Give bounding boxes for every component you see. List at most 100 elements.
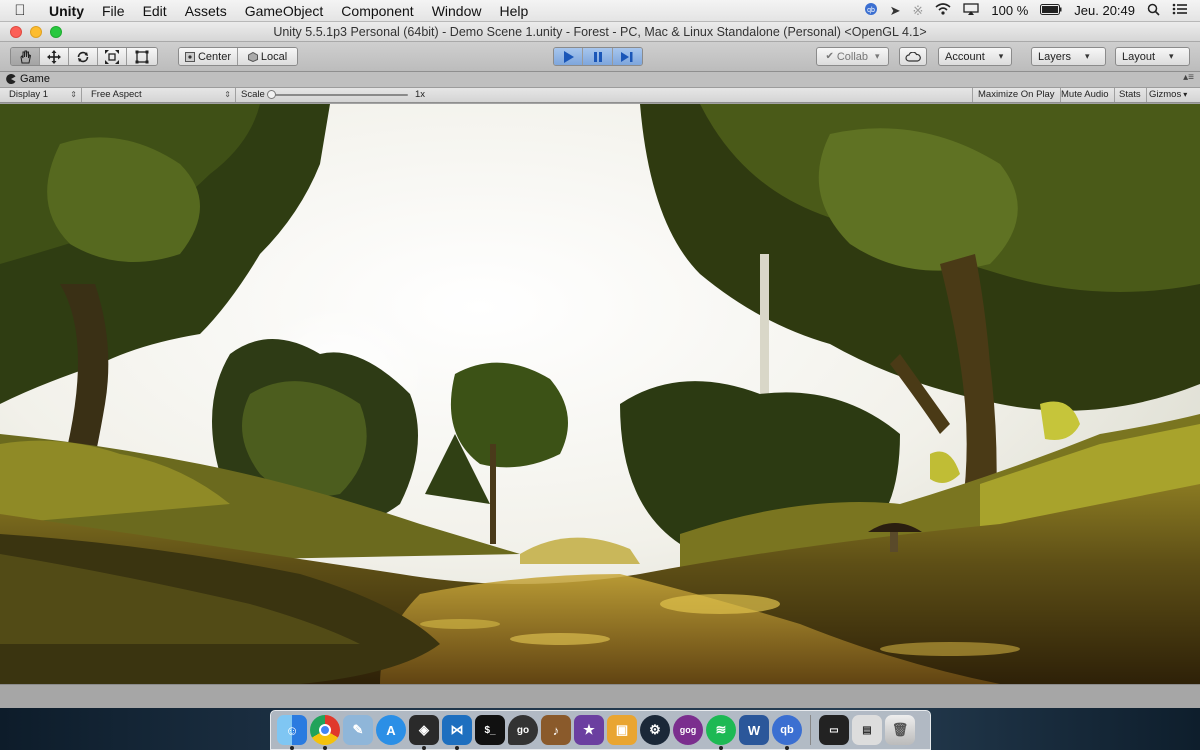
chrome-icon[interactable] xyxy=(310,715,340,750)
move-tool-button[interactable] xyxy=(40,48,69,65)
gizmos-label: Gizmos xyxy=(1149,89,1182,100)
menu-component[interactable]: Component xyxy=(332,3,422,19)
collab-dropdown[interactable]: ✔ Collab ▾ xyxy=(816,47,889,66)
menu-assets[interactable]: Assets xyxy=(176,3,236,19)
step-icon xyxy=(621,51,633,62)
mute-audio-toggle[interactable]: Mute Audio xyxy=(1056,88,1115,102)
move-icon xyxy=(47,49,61,64)
display-dropdown[interactable]: Display 1 xyxy=(4,88,82,102)
battery-percent: 100 % xyxy=(991,3,1029,18)
layers-dropdown[interactable]: Layers xyxy=(1031,47,1106,66)
screenshot-icon[interactable]: ▭ xyxy=(819,715,849,745)
tab-game-label: Game xyxy=(20,73,50,85)
menu-edit[interactable]: Edit xyxy=(134,3,176,19)
wifi-icon[interactable] xyxy=(935,3,951,18)
dock-separator xyxy=(810,715,811,745)
mac-dock: ☺ ✎ A ◈ ⋈ $_ go ♪ ★ ▣ ⚙ gog ≋ W qb ▭ ▤ 🗑 xyxy=(270,710,931,750)
menu-gameobject[interactable]: GameObject xyxy=(236,3,333,19)
steam-icon[interactable]: ⚙ xyxy=(640,715,670,745)
aspect-label: Free Aspect xyxy=(91,89,142,100)
apple-icon[interactable]:  xyxy=(0,2,40,19)
tab-game[interactable]: Game xyxy=(6,73,50,85)
pivot-center-button[interactable]: Center xyxy=(179,48,239,65)
unity-status-bar xyxy=(0,684,1200,708)
aspect-dropdown[interactable]: Free Aspect xyxy=(86,88,236,102)
photos-icon[interactable]: ▣ xyxy=(607,715,637,745)
scale-tool-button[interactable] xyxy=(98,48,127,65)
app-store-icon[interactable]: A xyxy=(376,715,406,745)
menu-help[interactable]: Help xyxy=(490,3,537,19)
hand-tool-button[interactable] xyxy=(11,48,40,65)
forest-scene-image xyxy=(0,104,1200,684)
game-view-controls: Display 1 Free Aspect Scale 1x Maximize … xyxy=(0,88,1200,103)
menu-unity[interactable]: Unity xyxy=(40,3,93,19)
word-icon[interactable]: W xyxy=(739,715,769,745)
svg-text:qb: qb xyxy=(867,7,875,14)
stats-label: Stats xyxy=(1119,89,1141,100)
spotlight-search-icon[interactable] xyxy=(1147,3,1160,19)
gizmos-dropdown[interactable]: Gizmos ▾ xyxy=(1144,88,1200,102)
layout-dropdown[interactable]: Layout xyxy=(1115,47,1190,66)
maximize-on-play-toggle[interactable]: Maximize On Play xyxy=(972,88,1061,102)
mute-label: Mute Audio xyxy=(1061,89,1109,100)
scale-slider-track[interactable] xyxy=(268,94,408,96)
scale-slider-thumb[interactable] xyxy=(267,90,276,99)
qbittorrent-icon[interactable]: qb xyxy=(772,715,802,750)
bluetooth-icon[interactable]: ※ xyxy=(913,3,924,19)
pivot-controls: Center Local xyxy=(178,47,298,66)
game-view-render[interactable] xyxy=(0,104,1200,684)
display-label: Display 1 xyxy=(9,89,49,100)
pivot-center-label: Center xyxy=(197,50,232,63)
preview-icon[interactable]: ✎ xyxy=(343,715,373,745)
pivot-local-button[interactable]: Local xyxy=(238,48,297,65)
game-pacman-icon xyxy=(6,74,16,84)
play-icon xyxy=(564,50,575,63)
unity-icon[interactable]: ◈ xyxy=(409,715,439,750)
location-icon[interactable]: ➤ xyxy=(890,3,901,19)
stats-toggle[interactable]: Stats xyxy=(1114,88,1147,102)
chevron-down-icon: ▾ xyxy=(875,51,880,61)
airplay-icon[interactable] xyxy=(963,3,980,18)
game-tab-bar: Game ▴≡ xyxy=(0,72,1200,88)
status-app-icon[interactable]: qb xyxy=(864,2,878,19)
step-button[interactable] xyxy=(612,48,642,65)
menu-file[interactable]: File xyxy=(93,3,134,19)
local-space-icon xyxy=(247,51,258,62)
account-label: Account xyxy=(945,50,985,63)
guitar-icon[interactable]: ♪ xyxy=(541,715,571,745)
menu-window[interactable]: Window xyxy=(423,3,491,19)
vscode-icon[interactable]: ⋈ xyxy=(442,715,472,750)
rotate-tool-button[interactable] xyxy=(69,48,98,65)
minimize-window-button[interactable] xyxy=(30,26,42,38)
layers-label: Layers xyxy=(1038,50,1072,63)
maximize-label: Maximize On Play xyxy=(978,89,1055,100)
zoom-window-button[interactable] xyxy=(50,26,62,38)
pause-button[interactable] xyxy=(583,48,613,65)
gopro-icon[interactable]: go xyxy=(508,715,538,745)
rect-tool-button[interactable] xyxy=(127,48,157,65)
play-controls xyxy=(553,47,643,66)
battery-icon[interactable] xyxy=(1040,3,1062,18)
rect-tool-icon xyxy=(135,50,149,63)
close-window-button[interactable] xyxy=(10,26,22,38)
imovie-icon[interactable]: ★ xyxy=(574,715,604,745)
gog-icon[interactable]: gog xyxy=(673,715,703,745)
menubar-clock[interactable]: Jeu. 20:49 xyxy=(1074,3,1135,18)
cloud-icon xyxy=(905,51,921,62)
trash-icon[interactable]: 🗑 xyxy=(885,715,915,745)
pivot-local-label: Local xyxy=(260,50,288,63)
cloud-services-button[interactable] xyxy=(899,47,927,66)
notification-center-icon[interactable] xyxy=(1172,3,1188,18)
scale-icon xyxy=(105,49,119,64)
unity-toolbar: Center Local ✔ Collab ▾ Account ▾ Layers… xyxy=(0,42,1200,72)
account-dropdown[interactable]: Account xyxy=(938,47,1012,66)
spotify-icon[interactable]: ≋ xyxy=(706,715,736,750)
play-button[interactable] xyxy=(554,48,584,65)
pause-icon xyxy=(593,51,602,62)
finder-icon[interactable]: ☺ xyxy=(277,715,307,750)
downloads-stack-icon[interactable]: ▤ xyxy=(852,715,882,745)
terminal-icon[interactable]: $_ xyxy=(475,715,505,745)
tab-context-menu-icon[interactable]: ▴≡ xyxy=(1183,72,1194,83)
transform-tools xyxy=(10,47,158,66)
collab-label: Collab xyxy=(836,50,869,63)
